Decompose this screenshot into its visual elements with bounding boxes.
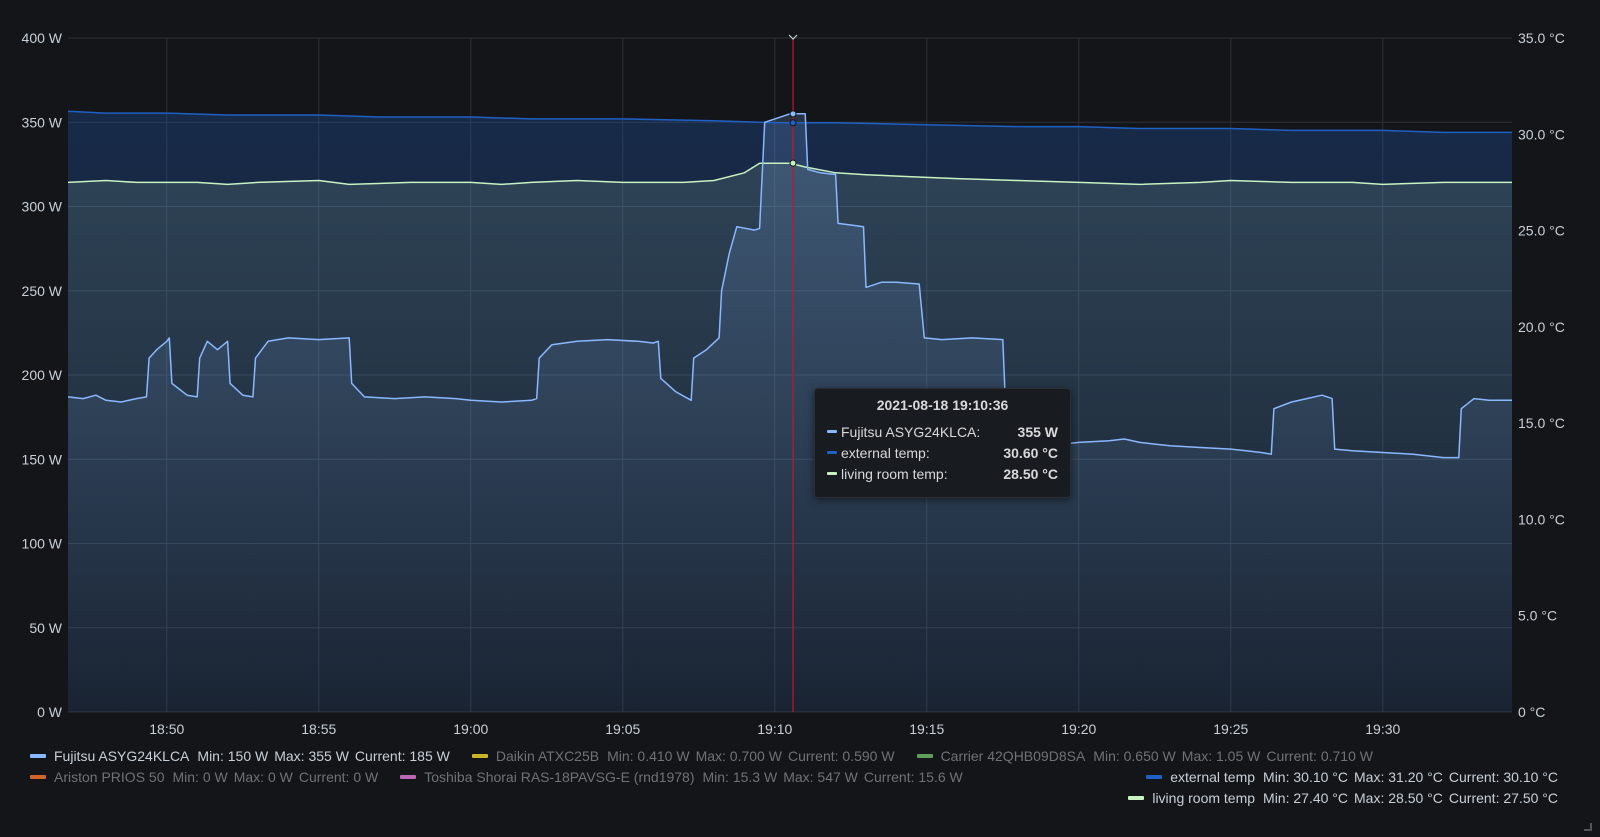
- legend-color-swatch: [916, 754, 933, 758]
- legend-max: Max: 31.20 °C: [1354, 769, 1443, 785]
- legend-item-toshiba-shorai-ras-18pavsg-e-rnd1978-[interactable]: Toshiba Shorai RAS-18PAVSG-E (rnd1978) Mi…: [400, 769, 969, 785]
- y-left-tick-label: 400 W: [22, 30, 63, 46]
- series-color-swatch: [827, 430, 837, 433]
- legend-min: Min: 0.410 W: [607, 748, 690, 764]
- legend-series-name: living room temp: [1152, 790, 1256, 806]
- legend-item-ariston-prios-50[interactable]: Ariston PRIOS 50 Min: 0 W Max: 0 W Current:…: [30, 769, 384, 785]
- legend-item-living-room-temp[interactable]: living room temp Min: 27.40 °C Max: 28.50 …: [1128, 790, 1564, 806]
- series-color-swatch: [827, 472, 837, 475]
- legend-current: Current: 15.6 W: [863, 769, 963, 785]
- cursor-point: [789, 110, 797, 118]
- legend-series-name: Carrier 42QHB09D8SA: [940, 748, 1086, 764]
- legend-max: Max: 355 W: [274, 748, 349, 764]
- x-tick-label: 19:25: [1213, 721, 1248, 737]
- tooltip-row: external temp: 30.60 °C: [827, 442, 1058, 463]
- legend-max: Max: 547 W: [783, 769, 858, 785]
- timeseries-chart[interactable]: 0 W 50 W 100 W 150 W 200 W 250 W 300 W 350 W 400…: [0, 0, 1600, 837]
- tooltip-series-name: Fujitsu ASYG24KLCA:: [841, 423, 981, 440]
- tooltip-series-value: 355 W: [1017, 423, 1058, 440]
- legend-series-name: Ariston PRIOS 50: [54, 769, 165, 785]
- legend-current: Current: 30.10 °C: [1448, 769, 1558, 785]
- legend-color-swatch: [471, 754, 488, 758]
- legend-min: Min: 27.40 °C: [1263, 790, 1349, 806]
- legend-max: Max: 0.700 W: [695, 748, 782, 764]
- graph-panel: 0 W 50 W 100 W 150 W 200 W 250 W 300 W 350 W 400…: [0, 0, 1600, 837]
- legend-min: Min: 30.10 °C: [1263, 769, 1349, 785]
- x-tick-label: 19:00: [453, 721, 488, 737]
- x-tick-label: 19:30: [1365, 721, 1400, 737]
- legend-current: Current: 0.590 W: [787, 748, 895, 764]
- y-right-tick-label: 25.0 °C: [1518, 223, 1565, 239]
- y-axis-left: 0 W 50 W 100 W 150 W 200 W 250 W 300 W 350 W 400…: [22, 30, 63, 720]
- x-tick-label: 19:05: [605, 721, 640, 737]
- legend-min: Min: 150 W: [197, 748, 269, 764]
- y-axis-right: 0 °C 5.0 °C 10.0 °C 15.0 °C 20.0 °C 25.0 °C 30…: [1518, 30, 1565, 720]
- legend-min: Min: 15.3 W: [702, 769, 778, 785]
- legend-color-swatch: [1146, 775, 1163, 779]
- legend-series-name: Daikin ATXC25B: [495, 748, 600, 764]
- legend-series-name: Toshiba Shorai RAS-18PAVSG-E (rnd1978): [424, 769, 695, 785]
- area-fills: [68, 111, 1512, 713]
- y-left-tick-label: 100 W: [22, 536, 63, 552]
- x-tick-label: 18:50: [149, 721, 184, 737]
- tooltip-time: 2021-08-18 19:10:36: [876, 397, 1009, 413]
- legend-current: Current: 0.710 W: [1266, 748, 1373, 764]
- legend-item-external-temp[interactable]: external temp Min: 30.10 °C Max: 31.20 °C C…: [1146, 769, 1564, 785]
- y-right-tick-label: 20.0 °C: [1518, 319, 1565, 335]
- series-color-swatch: [827, 451, 837, 454]
- legend-item-fujitsu-asyg24klca[interactable]: Fujitsu ASYG24KLCA Min: 150 W Max: 355 W Cu…: [30, 748, 456, 764]
- y-left-tick-label: 150 W: [22, 451, 63, 467]
- tooltip-series-value: 30.60 °C: [1003, 444, 1058, 461]
- tooltip-series-name: living room temp:: [841, 465, 948, 482]
- resize-handle[interactable]: [1584, 823, 1592, 831]
- y-right-tick-label: 15.0 °C: [1518, 415, 1565, 431]
- legend-color-swatch: [30, 775, 46, 779]
- y-left-tick-label: 250 W: [22, 283, 63, 299]
- y-left-tick-label: 200 W: [22, 367, 63, 383]
- legend-series-name: external temp: [1170, 769, 1256, 785]
- legend-max: Max: 1.05 W: [1181, 748, 1261, 764]
- x-tick-label: 18:55: [301, 721, 336, 737]
- hover-tooltip: 2021-08-18 19:10:36 Fujitsu ASYG24KLCA: 3…: [814, 388, 1071, 498]
- y-right-tick-label: 5.0 °C: [1518, 608, 1557, 624]
- y-left-tick-label: 50 W: [29, 620, 62, 636]
- y-right-tick-label: 30.0 °C: [1518, 126, 1565, 142]
- legend-color-swatch: [30, 754, 46, 758]
- x-tick-label: 19:15: [909, 721, 944, 737]
- legend-current: Current: 0 W: [298, 769, 379, 785]
- legend-max: Max: 0 W: [233, 769, 293, 785]
- y-right-tick-label: 0 °C: [1518, 704, 1545, 720]
- cursor-point: [789, 159, 797, 167]
- legend-current: Current: 185 W: [354, 748, 450, 764]
- x-tick-label: 19:20: [1061, 721, 1096, 737]
- tooltip-series-value: 28.50 °C: [1003, 465, 1058, 482]
- x-axis: 18:50 18:55 19:00 19:05 19:10 19:15 19:20 19:25…: [149, 721, 1400, 737]
- tooltip-row: Fujitsu ASYG24KLCA: 355 W: [827, 421, 1058, 442]
- legend-min: Min: 0 W: [172, 769, 228, 785]
- legend-color-swatch: [1128, 796, 1145, 800]
- cursor-point: [789, 119, 797, 127]
- legend-item-daikin-atxc25b[interactable]: Daikin ATXC25B Min: 0.410 W Max: 0.700 W Cu…: [471, 748, 901, 764]
- y-right-tick-label: 10.0 °C: [1518, 511, 1565, 527]
- legend-current: Current: 27.50 °C: [1448, 790, 1558, 806]
- legend-item-carrier-42qhb09d8sa[interactable]: Carrier 42QHB09D8SA Min: 0.650 W Max: 1.05…: [916, 748, 1379, 764]
- y-left-tick-label: 300 W: [22, 199, 63, 215]
- y-left-tick-label: 0 W: [37, 704, 63, 720]
- y-left-tick-label: 350 W: [22, 114, 63, 130]
- tooltip-series-name: external temp:: [841, 444, 930, 461]
- legend-color-swatch: [400, 775, 417, 779]
- legend-max: Max: 28.50 °C: [1354, 790, 1443, 806]
- y-right-tick-label: 35.0 °C: [1518, 30, 1565, 46]
- legend-series-name: Fujitsu ASYG24KLCA: [54, 748, 190, 764]
- x-tick-label: 19:10: [757, 721, 792, 737]
- legend-min: Min: 0.650 W: [1093, 748, 1176, 764]
- tooltip-row: living room temp: 28.50 °C: [827, 463, 1058, 484]
